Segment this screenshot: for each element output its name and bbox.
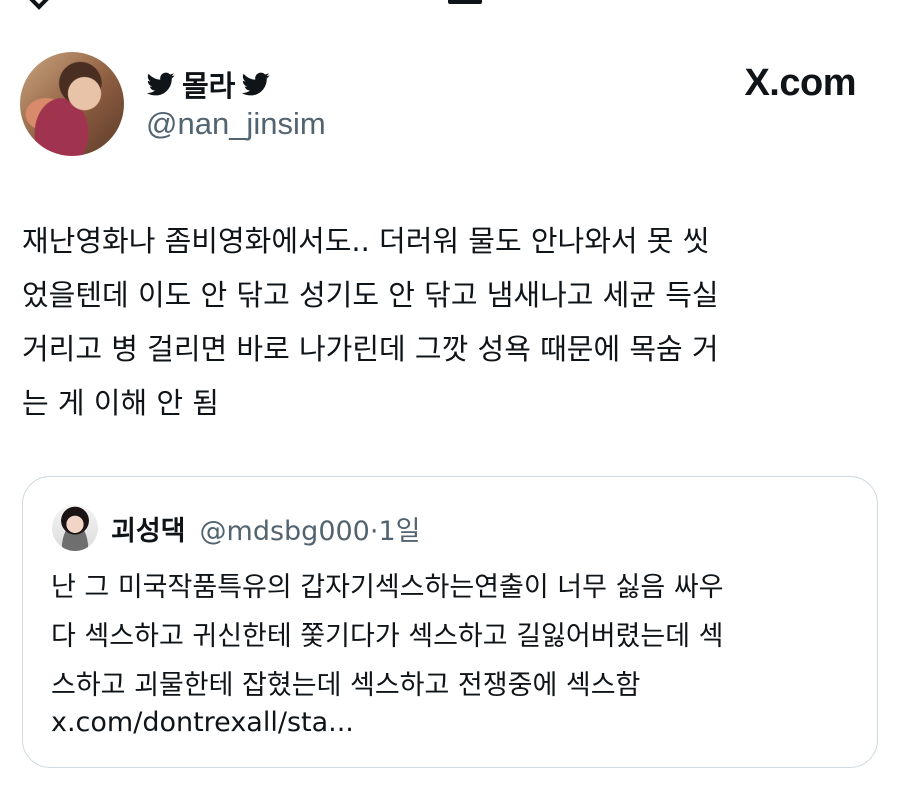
top-cropped-header xyxy=(0,0,900,14)
quoted-meta: @mdsbg000·1일 xyxy=(200,509,421,548)
cropped-title-fragment xyxy=(448,0,482,4)
quoted-display-name[interactable]: 괴성댁 xyxy=(111,509,186,548)
chevron-down-icon[interactable] xyxy=(26,0,52,10)
tweet-text: 재난영화나 좀비영화에서도.. 더러워 물도 안나와서 못 씻 었을텐데 이도 … xyxy=(22,224,719,420)
quoted-tweet-card[interactable]: 괴성댁 @mdsbg000·1일 난 그 미국작품특유의 갑자기섹스하는연출이 … xyxy=(22,476,878,768)
quoted-tweet-header: 괴성댁 @mdsbg000·1일 xyxy=(111,509,420,548)
author-display-name: 몰라 xyxy=(182,69,236,103)
bird-icon xyxy=(146,72,175,96)
quoted-tweet-link[interactable]: x.com/dontrexall/sta... xyxy=(51,698,354,747)
author-name-row[interactable]: 몰라 xyxy=(146,64,271,104)
bird-icon xyxy=(242,72,270,96)
avatar[interactable] xyxy=(20,52,124,156)
quoted-time: ·1일 xyxy=(369,516,421,547)
quoted-avatar[interactable] xyxy=(52,505,98,551)
quoted-tweet-text: 난 그 미국작품특유의 갑자기섹스하는연출이 너무 싫음 싸우 다 섹스하고 귀… xyxy=(51,572,724,701)
brand-logo: X.com xyxy=(744,62,856,104)
author-handle[interactable]: @nan_jinsim xyxy=(146,106,326,142)
quoted-handle[interactable]: @mdsbg000 xyxy=(200,516,370,547)
